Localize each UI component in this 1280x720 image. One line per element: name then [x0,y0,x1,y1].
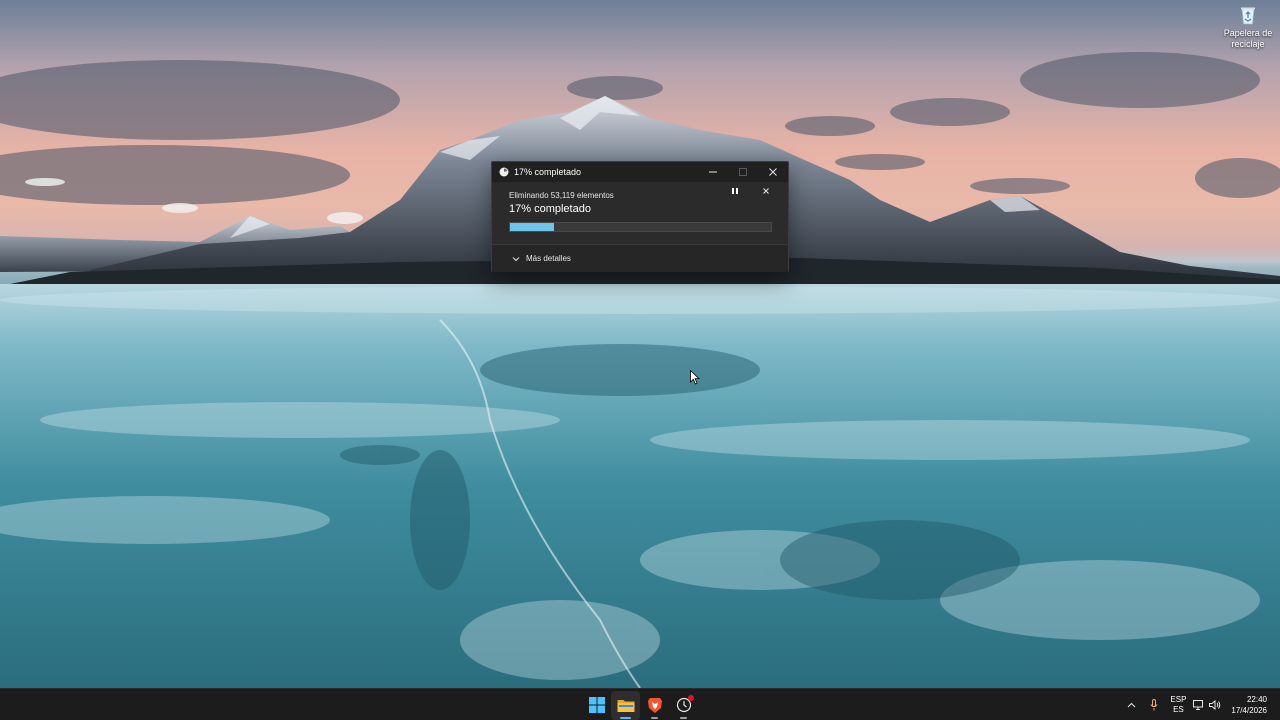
more-details-toggle[interactable]: Más detalles [492,244,788,272]
cancel-icon [763,188,769,194]
clock-time: 22:40 [1246,695,1267,704]
microphone-button[interactable] [1143,689,1165,720]
clock-button[interactable]: 22:40 17/4/2026 [1223,694,1280,716]
minimize-icon [709,171,717,173]
chevron-down-icon [511,254,521,264]
network-icon [1193,699,1204,710]
close-icon [769,168,777,176]
maximize-icon [739,168,747,176]
recycle-bin-label: Papelera de reciclaje [1223,28,1273,49]
folder-icon [617,699,634,712]
recycle-bin-desktop-icon[interactable]: Papelera de reciclaje [1222,4,1274,50]
speaker-icon [1209,700,1221,710]
language-code: ESP [1170,695,1187,704]
progress-clock-icon [498,167,509,178]
desktop-wallpaper [0,0,1280,688]
network-button[interactable] [1191,689,1207,720]
microphone-icon [1150,699,1159,711]
show-hidden-icons-button[interactable] [1119,689,1143,720]
start-button[interactable] [582,691,611,720]
operation-status: Eliminando 53,119 elementos [509,191,614,200]
cancel-operation-button[interactable] [759,184,773,198]
active-app-indicator [620,716,631,719]
volume-button[interactable] [1207,689,1223,720]
input-language-button[interactable]: ESP ES [1165,689,1191,720]
notification-badge [688,694,694,701]
minimize-button[interactable] [698,162,728,182]
window-controls [698,162,788,182]
dialog-body: Eliminando 53,119 elementos 17% completa… [492,182,788,215]
pause-button[interactable] [728,184,742,198]
mouse-cursor-icon [690,370,700,385]
running-app-indicator [680,716,687,719]
system-tray: ESP ES 22:40 17/4/2026 [1119,689,1280,720]
keyboard-layout: ES [1173,705,1184,714]
delete-progress-dialog: 17% completado Eliminando 53,119 element… [491,161,789,272]
taskbar: ESP ES 22:40 17/4/2026 [0,688,1280,720]
dialog-titlebar[interactable]: 17% completado [492,162,788,182]
percent-complete: 17% completado [509,203,591,215]
progress-bar [509,222,772,232]
more-details-label: Más detalles [526,254,571,263]
close-button[interactable] [758,162,788,182]
taskbar-brave[interactable] [640,691,669,720]
taskbar-file-explorer[interactable] [611,690,640,720]
chevron-up-icon [1127,702,1136,708]
maximize-button [728,162,758,182]
brave-lion-icon [647,697,662,713]
clock-date: 17/4/2026 [1231,706,1267,715]
progress-fill [510,223,555,231]
running-app-indicator [651,716,658,719]
windows-logo-icon [588,697,605,713]
pause-icon [732,188,738,194]
taskbar-apps [582,689,698,720]
dialog-title: 17% completado [514,167,582,177]
recycle-bin-icon [1237,4,1259,26]
taskbar-app-4[interactable] [669,691,698,720]
